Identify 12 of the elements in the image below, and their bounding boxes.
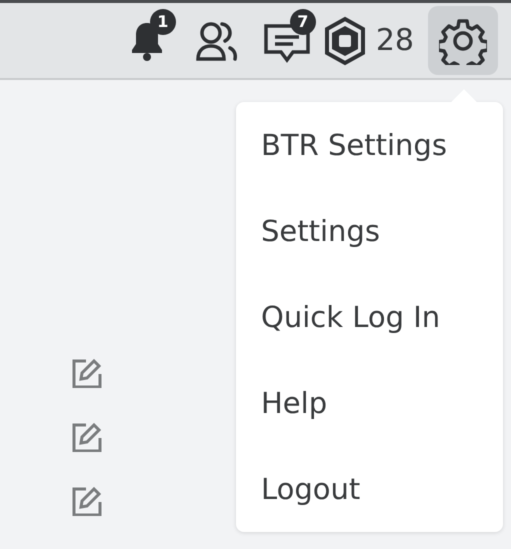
edit-icon[interactable]	[72, 422, 102, 452]
edit-icon[interactable]	[72, 358, 102, 388]
menu-item[interactable]: Help	[236, 360, 503, 446]
menu-item[interactable]: BTR Settings	[236, 102, 503, 188]
menu-item[interactable]: Logout	[236, 446, 503, 532]
menu-item[interactable]: Quick Log In	[236, 274, 503, 360]
robux-balance: 28	[376, 23, 414, 58]
message-badge: 7	[290, 8, 316, 34]
edit-icon[interactable]	[72, 486, 102, 516]
menu-item[interactable]: Settings	[236, 188, 503, 274]
notification-badge: 1	[150, 8, 176, 34]
settings-button[interactable]	[428, 6, 498, 75]
